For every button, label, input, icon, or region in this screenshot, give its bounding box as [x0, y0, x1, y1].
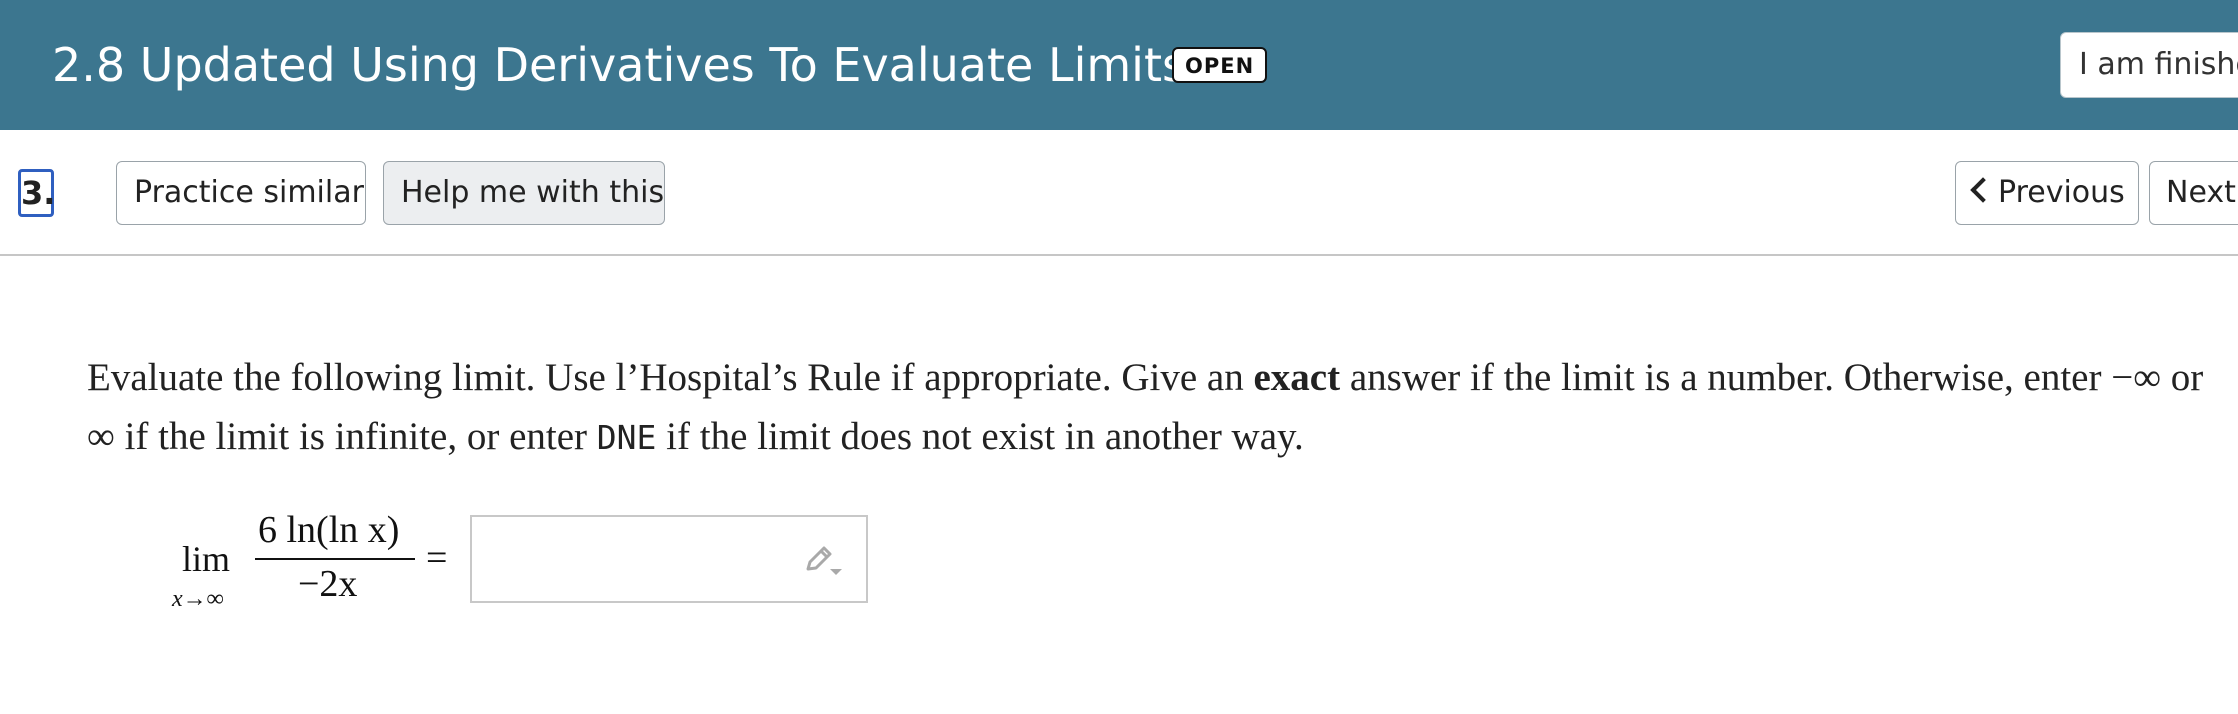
question-toolbar: 3. Practice similar Help me with this Pr… [0, 130, 2238, 256]
header-bar: 2.8 Updated Using Derivatives To Evaluat… [0, 0, 2238, 130]
fraction-numerator: 6 ln(ln x) [258, 509, 400, 551]
question-emphasis: exact [1253, 356, 1341, 399]
question-text-part: or [2161, 356, 2204, 399]
status-badge: OPEN [1172, 47, 1268, 83]
next-button[interactable]: Next [2149, 161, 2238, 225]
question-number[interactable]: 3. [18, 169, 55, 217]
negative-infinity-symbol: −∞ [2111, 356, 2162, 399]
question-text-part: answer if the limit is a number. Otherwi… [1340, 356, 2112, 399]
chevron-left-icon [1970, 177, 1996, 203]
help-me-button[interactable]: Help me with this [383, 161, 665, 225]
practice-similar-button[interactable]: Practice similar [116, 161, 366, 225]
fraction-denominator: −2x [298, 563, 358, 605]
fraction-bar [255, 558, 415, 560]
equals-sign: = [426, 537, 448, 579]
question-text-part: if the limit does not exist in another w… [656, 415, 1304, 458]
question-text-part: if the limit is infinite, or enter [114, 415, 597, 458]
page-title: 2.8 Updated Using Derivatives To Evaluat… [52, 38, 1186, 92]
lim-operator: lim [182, 539, 231, 579]
dne-keyword: DNE [596, 418, 657, 457]
finished-button[interactable]: I am finished [2060, 32, 2238, 98]
previous-label: Previous [1998, 175, 2125, 210]
infinity-symbol: ∞ [87, 415, 115, 458]
question-text: Evaluate the following limit. Use l’Hosp… [87, 348, 2227, 467]
pencil-icon[interactable] [802, 543, 846, 577]
lim-subscript: x→∞ [172, 586, 224, 612]
question-text-part: Evaluate the following limit. Use l’Hosp… [87, 356, 1254, 399]
answer-input[interactable] [470, 515, 868, 603]
previous-button[interactable]: Previous [1955, 161, 2139, 225]
